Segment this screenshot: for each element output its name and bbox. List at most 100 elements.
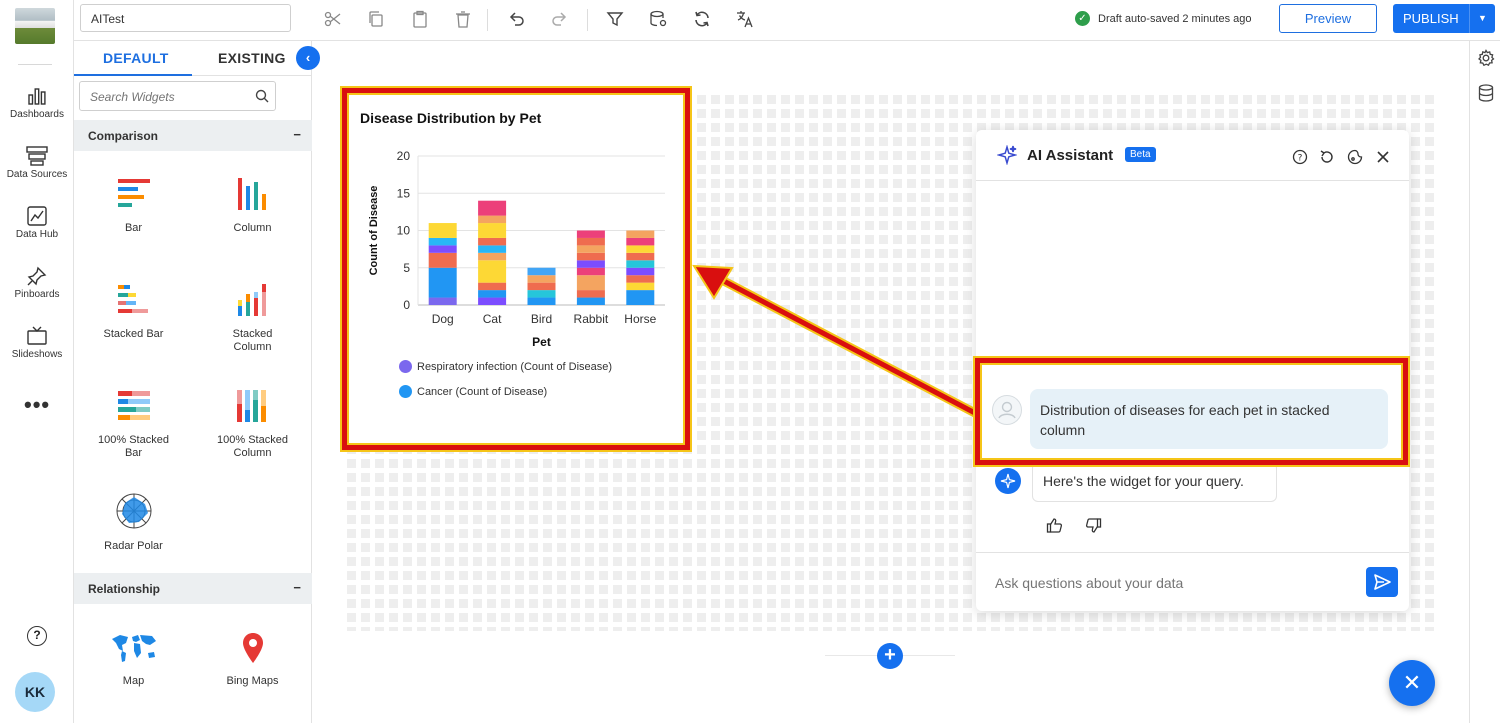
bar-segment (527, 297, 556, 305)
widget-bing-maps[interactable]: Bing Maps (193, 631, 312, 688)
x-tick-label: Bird (531, 312, 552, 326)
check-icon: ✓ (1075, 11, 1090, 26)
widget-100-stacked-bar[interactable]: 100% Stacked Bar (74, 388, 193, 460)
collapse-icon[interactable]: − (293, 127, 301, 142)
refresh-icon[interactable] (693, 10, 711, 28)
nav-data-sources-label: Data Sources (6, 169, 68, 180)
thumbs-down-icon[interactable] (1085, 517, 1102, 534)
thumbs-up-icon[interactable] (1046, 517, 1063, 534)
delete-icon[interactable] (454, 10, 472, 28)
widget-panel: DEFAULT EXISTING Comparison − Bar Column… (74, 41, 312, 723)
widget-bar-label: Bar (124, 222, 143, 234)
top-toolbar: AITest ✓ Draft auto-saved 2 minutes ago … (74, 0, 1500, 41)
chart-widget[interactable]: Disease Distribution by Pet 0 5 10 15 20 Dog C… (340, 86, 692, 452)
bar-segment (478, 252, 507, 261)
widget-search-input[interactable] (80, 82, 245, 112)
y-tick-label: 20 (397, 149, 411, 163)
bar-widget-icon (117, 179, 150, 207)
nav-slideshows[interactable]: Slideshows (0, 326, 74, 360)
help-icon[interactable]: ? (27, 626, 47, 646)
legend-swatch (399, 360, 412, 373)
paste-icon[interactable] (411, 10, 429, 28)
close-assistant-button[interactable]: ✕ (1389, 660, 1435, 706)
preview-button[interactable]: Preview (1279, 4, 1377, 33)
gear-icon[interactable] (1477, 49, 1495, 67)
panel-tabs: DEFAULT EXISTING (74, 41, 312, 76)
nav-pinboards[interactable]: Pinboards (0, 266, 74, 300)
y-tick-label: 15 (397, 186, 411, 200)
widget-stacked-bar[interactable]: Stacked Bar (74, 282, 193, 341)
help-icon[interactable]: ? (1292, 149, 1308, 165)
bar-segment (626, 230, 655, 238)
bar-segment (576, 245, 605, 253)
bar-segment (478, 297, 507, 305)
dashboard-title-input[interactable]: AITest (80, 4, 291, 32)
widget-radar-polar[interactable]: Radar Polar (74, 492, 193, 553)
nav-data-sources[interactable]: Data Sources (0, 146, 74, 180)
ai-question-input[interactable] (995, 575, 1335, 591)
widget-bing-maps-label: Bing Maps (226, 675, 279, 687)
translate-icon[interactable] (736, 10, 754, 28)
widget-stacked-column[interactable]: Stacked Column (193, 282, 312, 354)
widget-100-stacked-bar-label: 100% Stacked Bar (98, 434, 169, 459)
send-button[interactable] (1366, 567, 1398, 597)
ai-assistant-header: AI Assistant Beta ? (976, 130, 1409, 181)
section-comparison[interactable]: Comparison − (74, 120, 312, 151)
widget-100-stacked-column[interactable]: 100% Stacked Column (193, 388, 312, 460)
copy-icon[interactable] (367, 10, 385, 28)
publish-button[interactable]: PUBLISH ▼ (1393, 4, 1495, 33)
bar-segment (478, 260, 507, 283)
widget-100-stacked-column-label: 100% Stacked Column (217, 434, 288, 459)
undo-icon[interactable] (507, 10, 525, 28)
widget-search (79, 81, 276, 112)
nav-dashboards[interactable]: Dashboards (0, 86, 74, 120)
redo-icon[interactable] (551, 10, 569, 28)
autosave-status: ✓ Draft auto-saved 2 minutes ago (1075, 11, 1251, 26)
chevron-down-icon[interactable]: ▼ (1469, 4, 1495, 33)
reset-icon[interactable] (1319, 149, 1335, 165)
cut-icon[interactable] (324, 10, 342, 28)
app-thumbnail[interactable] (15, 8, 55, 44)
database-icon[interactable] (1478, 84, 1494, 102)
tab-default[interactable]: DEFAULT (103, 50, 169, 66)
section-relationship-label: Relationship (88, 582, 161, 596)
nav-data-hub-label: Data Hub (15, 229, 59, 240)
nav-data-hub[interactable]: Data Hub (0, 206, 74, 240)
theme-icon[interactable] (1347, 149, 1363, 165)
bar-segment (478, 200, 507, 216)
search-icon[interactable] (255, 89, 269, 103)
bar-segment (478, 237, 507, 246)
bar-segment (576, 252, 605, 261)
filter-icon[interactable] (606, 10, 624, 28)
collapse-icon[interactable]: − (293, 580, 301, 595)
legend-label-respiratory: Respiratory infection (Count of Disease) (417, 360, 613, 373)
legend-item-cancer[interactable]: Cancer (Count of Disease) (399, 385, 547, 398)
stacked-column-chart: 0 5 10 15 20 Dog Cat Bird Rabbit Horse Pet Count of… (368, 149, 665, 349)
tab-existing[interactable]: EXISTING (218, 50, 286, 66)
active-tab-indicator (74, 74, 192, 76)
avatar[interactable]: KK (15, 672, 55, 712)
chart-title: Disease Distribution by Pet (360, 110, 542, 126)
widget-column[interactable]: Column (193, 176, 312, 235)
bot-avatar-icon (995, 468, 1021, 494)
collapse-panel-button[interactable]: ‹ (296, 46, 320, 70)
widget-bar[interactable]: Bar (74, 176, 193, 235)
widget-map[interactable]: Map (74, 631, 193, 688)
legend-item-respiratory[interactable]: Respiratory infection (Count of Disease) (399, 360, 612, 373)
section-relationship[interactable]: Relationship − (74, 573, 312, 604)
data-settings-icon[interactable] (649, 10, 667, 28)
close-icon[interactable] (1375, 149, 1391, 165)
bar-segment (626, 282, 655, 291)
legend-label-cancer: Cancer (Count of Disease) (417, 385, 548, 398)
bar-segment (626, 267, 655, 276)
bar-segment (626, 237, 655, 246)
percent-stacked-column-widget-icon (236, 390, 266, 422)
more-icon[interactable]: ••• (24, 392, 50, 418)
add-widget-button[interactable]: + (877, 643, 903, 669)
bar-segment (478, 215, 507, 224)
bar-segment (428, 252, 457, 268)
widget-map-label: Map (122, 675, 145, 687)
right-properties-bar (1469, 41, 1500, 723)
pin-icon (27, 266, 47, 286)
map-pin-icon (242, 633, 263, 663)
